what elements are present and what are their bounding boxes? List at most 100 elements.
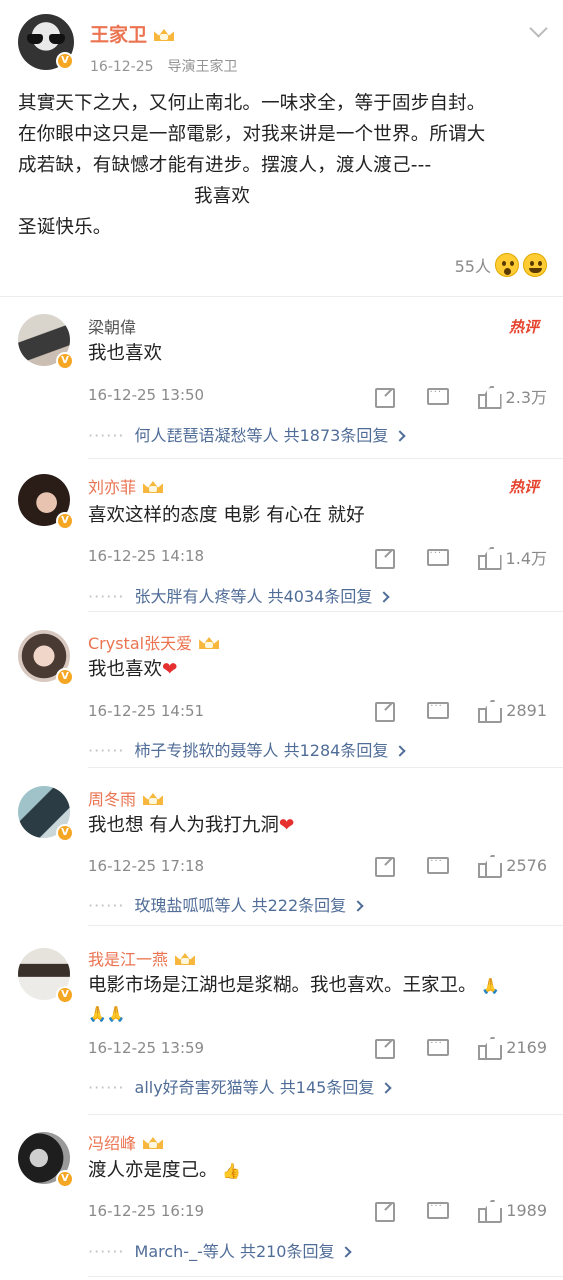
- comment-time: 16-12-25 13:59: [88, 1039, 205, 1057]
- divider: [88, 767, 563, 768]
- post-line: 其實天下之大，又何止南北。一味求全，等于固步自封。: [18, 93, 486, 114]
- replies-link[interactable]: ······ 玫瑰盐呱呱等人 共222条回复: [88, 892, 364, 916]
- reply-users: 何人琵琶语凝愁等人: [134, 426, 279, 445]
- reply-button[interactable]: [426, 547, 449, 567]
- post-date: 16-12-25: [90, 59, 154, 75]
- comment-icon: [426, 547, 449, 567]
- crown-icon: [153, 25, 175, 43]
- divider: [88, 925, 563, 926]
- thumbs-up-icon: [478, 1037, 500, 1060]
- reply-button[interactable]: [426, 1200, 450, 1220]
- comment-time: 16-12-25 14:51: [88, 702, 205, 720]
- replies-link[interactable]: ······ 柿子专挑软的聂等人 共1284条回复: [88, 737, 407, 761]
- pray-emoji-icon: 🙏: [476, 977, 500, 995]
- reply-count: 共1284条回复: [283, 741, 389, 760]
- commenter-name[interactable]: 梁朝偉: [88, 314, 136, 338]
- verified-badge-icon: V: [56, 52, 74, 70]
- post-line: 我喜欢: [194, 186, 251, 207]
- verified-badge-icon: V: [56, 512, 74, 530]
- commenter-avatar[interactable]: V: [18, 786, 74, 842]
- commenter-avatar[interactable]: V: [18, 1132, 74, 1188]
- like-count: 2576: [506, 855, 547, 875]
- share-button[interactable]: [374, 855, 396, 877]
- crown-icon: [142, 1133, 164, 1151]
- share-icon: [374, 547, 396, 569]
- thumbs-up-emoji-icon: 👍: [217, 1162, 241, 1180]
- comment-time: 16-12-25 13:50: [88, 386, 205, 404]
- share-icon: [374, 1200, 396, 1222]
- commenter-name[interactable]: 冯绍峰: [88, 1130, 164, 1154]
- reply-button[interactable]: [426, 855, 450, 875]
- reply-count: 共4034条回复: [267, 587, 373, 606]
- commenter-avatar[interactable]: V: [18, 630, 74, 686]
- like-button[interactable]: 1.4万: [477, 545, 547, 570]
- crown-icon: [198, 633, 220, 651]
- comment-icon: [426, 1200, 450, 1220]
- like-button[interactable]: 2.3万: [477, 384, 547, 409]
- share-icon: [374, 1037, 396, 1059]
- replies-link[interactable]: ······ March-_-等人 共210条回复: [88, 1238, 353, 1262]
- thumbs-up-icon: [478, 855, 500, 878]
- comment-actions: 2.3万: [374, 384, 547, 409]
- replies-link[interactable]: ······ ally好奇害死猫等人 共145条回复: [88, 1074, 392, 1098]
- hot-comment-badge: 热评: [508, 318, 539, 336]
- share-button[interactable]: [374, 1200, 396, 1222]
- like-button[interactable]: 2576: [478, 855, 547, 878]
- share-button[interactable]: [374, 386, 396, 408]
- reply-count: 共1873条回复: [283, 426, 389, 445]
- reply-button[interactable]: [426, 700, 450, 720]
- chevron-down-icon[interactable]: [529, 22, 547, 40]
- chevron-right-icon: [380, 1082, 392, 1094]
- post-meta: 16-12-25 导演王家卫: [90, 56, 238, 76]
- hot-comment-badge: 热评: [508, 478, 539, 496]
- like-button[interactable]: 2891: [478, 700, 547, 723]
- heart-icon: ❤: [162, 659, 178, 680]
- crown-icon: [142, 789, 164, 807]
- share-button[interactable]: [374, 700, 396, 722]
- chevron-right-icon: [352, 900, 364, 912]
- thumbs-up-icon: [477, 386, 500, 409]
- like-button[interactable]: 2169: [478, 1037, 547, 1060]
- commenter-avatar[interactable]: V: [18, 948, 74, 1004]
- crown-icon: [142, 477, 164, 495]
- reply-count: 共222条回复: [251, 896, 347, 915]
- replies-link[interactable]: ······ 何人琵琶语凝愁等人 共1873条回复: [88, 422, 407, 446]
- share-icon: [374, 700, 396, 722]
- commenter-name[interactable]: Crystal张天爱: [88, 630, 220, 654]
- commenter-name[interactable]: 我是江一燕: [88, 946, 196, 970]
- commenter-avatar[interactable]: V: [18, 314, 74, 370]
- heart-icon: ❤: [278, 815, 295, 836]
- comment-text: 我也喜欢: [88, 343, 163, 364]
- share-button[interactable]: [374, 547, 396, 569]
- comment-text: 渡人亦是度己。 👍: [88, 1160, 241, 1181]
- post-source: 导演王家卫: [167, 59, 238, 75]
- comment-actions: 2169: [374, 1037, 547, 1060]
- reaction-count: 55人: [454, 257, 491, 276]
- comment-text: 喜欢这样的态度 电影 有心在 就好: [88, 505, 365, 526]
- reply-count: 共210条回复: [239, 1242, 335, 1261]
- verified-badge-icon: V: [56, 668, 74, 686]
- reply-users: 张大胖有人疼等人: [134, 587, 263, 606]
- comment-time: 16-12-25 16:19: [88, 1202, 205, 1220]
- comment-time: 16-12-25 14:18: [88, 547, 205, 565]
- commenter-avatar[interactable]: V: [18, 474, 74, 530]
- reply-users: March-_-等人: [134, 1242, 235, 1261]
- reply-count: 共145条回复: [279, 1078, 375, 1097]
- chevron-right-icon: [340, 1246, 353, 1258]
- reply-button[interactable]: [426, 1037, 450, 1057]
- share-button[interactable]: [374, 1037, 396, 1059]
- replies-link[interactable]: ······ 张大胖有人疼等人 共4034条回复: [88, 583, 391, 607]
- reply-button[interactable]: [426, 386, 449, 406]
- grin-emoji-icon: [523, 253, 547, 277]
- comment-icon: [426, 700, 450, 720]
- reply-users: 柿子专挑软的聂等人: [134, 741, 279, 760]
- like-button[interactable]: 1989: [478, 1200, 547, 1223]
- verified-badge-icon: V: [56, 352, 74, 370]
- reaction-summary[interactable]: 55人: [455, 253, 547, 277]
- author-name[interactable]: 王家卫: [90, 20, 175, 47]
- comment-text: 我也喜欢❤: [88, 659, 178, 680]
- commenter-name[interactable]: 周冬雨: [88, 786, 164, 810]
- divider: [88, 1276, 563, 1277]
- commenter-name[interactable]: 刘亦菲: [88, 474, 164, 498]
- divider: [88, 458, 563, 459]
